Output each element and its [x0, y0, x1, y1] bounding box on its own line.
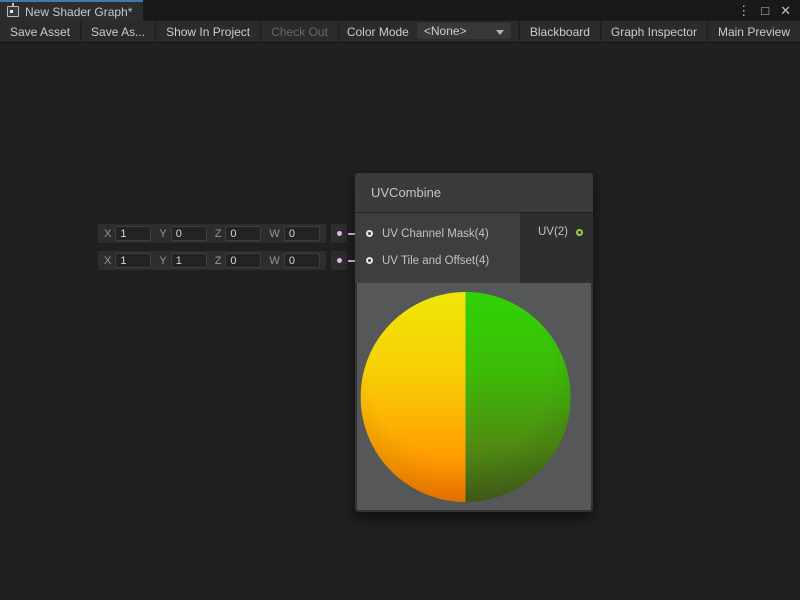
chevron-down-icon — [496, 30, 504, 35]
node-input-section: UV Channel Mask(4) UV Tile and Offset(4) — [355, 213, 520, 283]
node-output-section: UV(2) — [520, 213, 593, 283]
vector1-w-field[interactable]: 0 — [284, 226, 320, 241]
node-title: UVCombine — [371, 185, 441, 200]
axis-w-label: W — [269, 228, 279, 240]
output-port-label: UV(2) — [538, 226, 568, 238]
input-port-icon[interactable] — [366, 257, 373, 264]
show-in-project-button[interactable]: Show In Project — [156, 21, 261, 42]
vector4-input-row-1: X 1 Y 0 Z 0 W 0 — [97, 223, 327, 244]
axis-x-label: X — [104, 255, 111, 267]
vector1-output-port[interactable] — [330, 223, 348, 244]
input-port-label: UV Channel Mask(4) — [382, 228, 489, 240]
window-controls: ⋮ □ ✕ — [737, 0, 800, 21]
preview-sphere — [361, 292, 571, 502]
axis-x-label: X — [104, 228, 111, 240]
axis-w-label: W — [269, 255, 279, 267]
node-header[interactable]: UVCombine — [355, 173, 593, 213]
vector2-output-port[interactable] — [330, 250, 348, 271]
input-port-label: UV Tile and Offset(4) — [382, 255, 489, 267]
save-as-button[interactable]: Save As... — [81, 21, 156, 42]
node-preview — [357, 283, 591, 510]
output-port-row: UV(2) — [538, 226, 583, 238]
graph-canvas[interactable]: X 1 Y 0 Z 0 W 0 X 1 Y 1 Z 0 W 0 UVCombin… — [0, 44, 800, 600]
vector2-z-field[interactable]: 0 — [225, 253, 261, 268]
save-asset-button[interactable]: Save Asset — [0, 21, 81, 42]
color-mode-dropdown[interactable]: <None> — [417, 23, 511, 39]
more-options-icon[interactable]: ⋮ — [737, 4, 750, 17]
port-dot-icon — [337, 258, 342, 263]
color-mode-label: Color Mode — [339, 21, 417, 42]
vector1-y-field[interactable]: 0 — [171, 226, 207, 241]
vector4-input-row-2: X 1 Y 1 Z 0 W 0 — [97, 250, 327, 271]
check-out-button: Check Out — [261, 21, 339, 42]
vector1-x-field[interactable]: 1 — [115, 226, 151, 241]
tab-bar: New Shader Graph* ⋮ □ ✕ — [0, 0, 800, 21]
vector1-z-field[interactable]: 0 — [225, 226, 261, 241]
tab-new-shader-graph[interactable]: New Shader Graph* — [0, 0, 143, 21]
tab-title: New Shader Graph* — [25, 5, 132, 19]
node-uvcombine[interactable]: UVCombine UV Channel Mask(4) UV Tile and… — [355, 173, 593, 512]
input-port-icon[interactable] — [366, 230, 373, 237]
output-port-icon[interactable] — [576, 229, 583, 236]
sphere-shading — [361, 292, 571, 502]
port-dot-icon — [337, 231, 342, 236]
axis-y-label: Y — [159, 255, 166, 267]
axis-y-label: Y — [159, 228, 166, 240]
axis-z-label: Z — [215, 228, 222, 240]
blackboard-button[interactable]: Blackboard — [519, 21, 600, 42]
node-body: UV Channel Mask(4) UV Tile and Offset(4)… — [355, 213, 593, 283]
input-port-row: UV Channel Mask(4) — [355, 223, 520, 244]
shader-graph-icon — [7, 6, 19, 17]
graph-inspector-button[interactable]: Graph Inspector — [600, 21, 707, 42]
input-port-row: UV Tile and Offset(4) — [355, 250, 520, 271]
color-mode-value: <None> — [424, 24, 467, 38]
vector2-x-field[interactable]: 1 — [115, 253, 151, 268]
main-preview-button[interactable]: Main Preview — [707, 21, 800, 42]
vector2-y-field[interactable]: 1 — [171, 253, 207, 268]
close-icon[interactable]: ✕ — [780, 4, 791, 17]
toolbar: Save Asset Save As... Show In Project Ch… — [0, 21, 800, 43]
vector2-w-field[interactable]: 0 — [284, 253, 320, 268]
maximize-icon[interactable]: □ — [761, 4, 769, 17]
axis-z-label: Z — [215, 255, 222, 267]
